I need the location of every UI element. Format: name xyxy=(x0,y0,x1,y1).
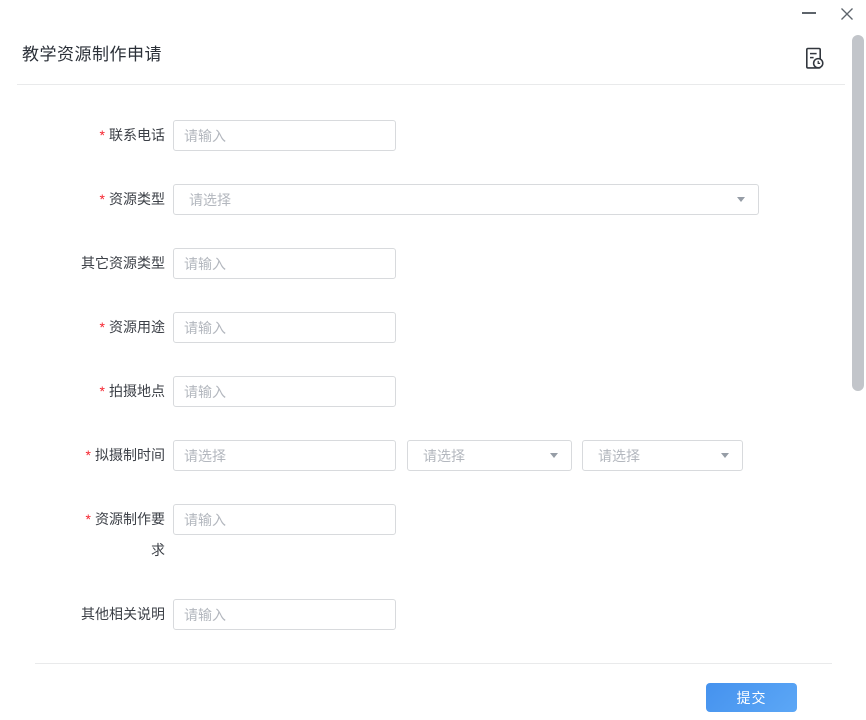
minimize-button[interactable] xyxy=(800,10,818,16)
chevron-down-icon xyxy=(550,453,558,458)
close-button[interactable] xyxy=(837,4,857,24)
field-label: 其它资源类型 xyxy=(75,248,165,279)
form-row-resource-type: *资源类型 请选择 xyxy=(22,184,844,215)
required-asterisk: * xyxy=(100,127,105,143)
other-notes-input[interactable] xyxy=(173,599,396,630)
field-label-text: 拍摄地点 xyxy=(109,383,165,399)
application-records-button[interactable] xyxy=(803,46,825,71)
other-resource-type-input[interactable] xyxy=(173,248,396,279)
shooting-date-picker[interactable] xyxy=(173,440,396,471)
resource-purpose-input[interactable] xyxy=(173,312,396,343)
field-label: 其他相关说明 xyxy=(75,599,165,630)
required-asterisk: * xyxy=(100,319,105,335)
dialog: 教学资源制作申请 *联系电话 *资源类型 请选择 其它资源类型 *资源用途 xyxy=(0,0,866,712)
field-label-text: 联系电话 xyxy=(109,127,165,143)
form-row-planned-shooting-time: *拟摄制时间 请选择 请选择 xyxy=(22,440,844,471)
field-label-text: 其他相关说明 xyxy=(81,606,165,622)
close-icon xyxy=(839,6,855,22)
form-row-other-resource-type: 其它资源类型 xyxy=(22,248,844,279)
shooting-time-start-select[interactable]: 请选择 xyxy=(407,440,572,471)
field-label: *资源用途 xyxy=(75,312,165,343)
field-label-text: 资源类型 xyxy=(109,191,165,207)
contact-phone-input[interactable] xyxy=(173,120,396,151)
header-divider xyxy=(17,84,845,85)
required-asterisk: * xyxy=(86,447,91,463)
shooting-time-end-select[interactable]: 请选择 xyxy=(582,440,743,471)
form-row-shooting-location: *拍摄地点 xyxy=(22,376,844,407)
form-row-contact-phone: *联系电话 xyxy=(22,120,844,151)
select-placeholder: 请选择 xyxy=(598,446,640,466)
form-history-icon xyxy=(803,46,825,71)
field-label-text: 资源用途 xyxy=(109,319,165,335)
form-row-resource-purpose: *资源用途 xyxy=(22,312,844,343)
resource-type-select[interactable]: 请选择 xyxy=(173,184,759,215)
required-asterisk: * xyxy=(100,383,105,399)
field-label-text: 资源制作要求 xyxy=(95,511,165,558)
chevron-down-icon xyxy=(737,197,745,202)
field-label: *联系电话 xyxy=(75,120,165,151)
field-label: *资源制作要求 xyxy=(75,504,165,566)
field-label-text: 其它资源类型 xyxy=(81,255,165,271)
field-label: *拍摄地点 xyxy=(75,376,165,407)
required-asterisk: * xyxy=(100,191,105,207)
field-label: *拟摄制时间 xyxy=(75,440,165,471)
page-title: 教学资源制作申请 xyxy=(22,40,844,65)
application-form: *联系电话 *资源类型 请选择 其它资源类型 *资源用途 *拍摄地点 xyxy=(22,120,844,630)
field-label-text: 拟摄制时间 xyxy=(95,447,165,463)
chevron-down-icon xyxy=(721,453,729,458)
select-placeholder: 请选择 xyxy=(189,190,231,210)
shooting-location-input[interactable] xyxy=(173,376,396,407)
form-row-production-requirements: *资源制作要求 xyxy=(22,504,844,566)
field-label: *资源类型 xyxy=(75,184,165,215)
dialog-footer: 提交 xyxy=(22,664,844,712)
submit-button[interactable]: 提交 xyxy=(706,683,797,712)
required-asterisk: * xyxy=(86,511,91,527)
production-requirements-input[interactable] xyxy=(173,504,396,535)
scrollbar-thumb[interactable] xyxy=(852,35,864,391)
minimize-icon xyxy=(802,12,816,14)
select-placeholder: 请选择 xyxy=(423,446,465,466)
planned-shooting-time-group: 请选择 请选择 xyxy=(173,440,743,471)
form-row-other-notes: 其他相关说明 xyxy=(22,599,844,630)
